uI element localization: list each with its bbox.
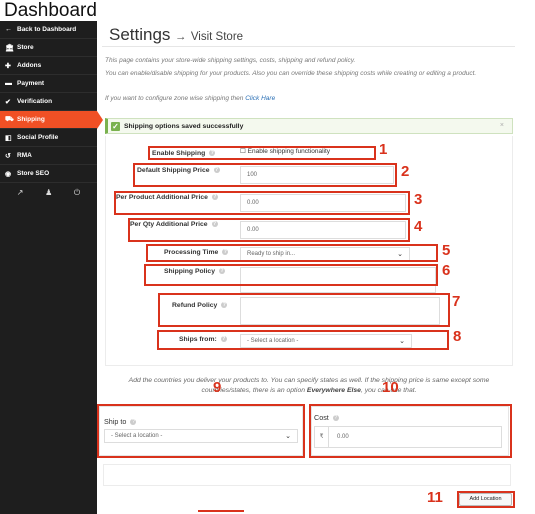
callout-number-11: 11 [427, 489, 443, 506]
zone-settings-link[interactable]: Click Hare [245, 95, 275, 102]
arrow-left-icon: ← [5, 26, 12, 33]
callout-box-5 [146, 244, 438, 262]
check-icon: ✔ [5, 98, 11, 106]
close-icon[interactable]: × [500, 122, 504, 129]
main-content: Settings → Visit Store [97, 21, 535, 47]
help-text-3-prefix: If you want to configure zone wise shipp… [105, 95, 246, 102]
sidebar-item-addons[interactable]: ✚ Addons [0, 57, 97, 75]
rma-icon: ↺ [5, 152, 11, 160]
power-icon[interactable]: ⏻ [74, 188, 80, 198]
sidebar: ← Back to Dashboard 🏛 Store ✚ Addons ▬ P… [0, 21, 103, 514]
alert-message: Shipping options saved successfully [124, 122, 244, 130]
zone-help-text: Add the countries you deliver your produ… [105, 376, 513, 396]
callout-box-7 [158, 293, 450, 327]
store-icon: 🏛 [5, 44, 14, 52]
globe-icon: ◉ [5, 170, 12, 178]
sidebar-item-label: Payment [17, 80, 45, 87]
save-button-edge[interactable] [198, 510, 244, 514]
sidebar-item-label: Social Profile [17, 134, 59, 141]
sidebar-item-label: Store SEO [17, 170, 50, 177]
user-icon[interactable]: ♟ [45, 188, 52, 197]
callout-box-9 [97, 404, 305, 458]
location-row [103, 464, 511, 486]
sidebar-item-label: Back to Dashboard [17, 26, 77, 33]
callout-box-1 [148, 146, 376, 160]
callout-box-10 [309, 404, 512, 458]
callout-number-9: 9 [213, 379, 222, 396]
page-heading: Dashboard [4, 0, 97, 21]
sidebar-item-label: Addons [17, 62, 42, 69]
callout-number-5: 5 [442, 242, 451, 259]
callout-number-2: 2 [401, 163, 410, 180]
callout-box-4 [128, 218, 410, 242]
callout-box-8 [157, 330, 449, 350]
callout-number-7: 7 [452, 293, 461, 310]
sidebar-footer: ↗ ♟ ⏻ [0, 183, 97, 202]
credit-card-icon: ▬ [5, 80, 12, 87]
sidebar-item-store[interactable]: 🏛 Store [0, 39, 97, 57]
sidebar-item-label: Verification [17, 98, 53, 105]
help-text-1: This page contains your store-wide shipp… [105, 57, 356, 64]
sidebar-item-label: Shipping [17, 116, 45, 123]
callout-box-3 [114, 191, 410, 215]
check-icon: ✓ [111, 122, 120, 131]
external-link-icon[interactable]: ↗ [17, 188, 24, 197]
title-arrow: → [174, 31, 187, 43]
help-text-3: If you want to configure zone wise shipp… [105, 94, 523, 104]
callout-box-2 [133, 163, 397, 187]
sidebar-item-back-to-dashboard[interactable]: ← Back to Dashboard [0, 21, 97, 39]
share-icon: ◧ [5, 134, 12, 142]
visit-store-link[interactable]: Visit Store [191, 31, 243, 43]
sidebar-item-payment[interactable]: ▬ Payment [0, 75, 97, 93]
truck-icon: ⛟ [5, 116, 14, 123]
callout-number-8: 8 [453, 328, 462, 345]
callout-box-11 [457, 491, 515, 508]
help-text-2: You can enable/disable shipping for your… [105, 70, 477, 77]
puzzle-icon: ✚ [5, 62, 11, 70]
page-title: Settings → Visit Store [102, 21, 515, 47]
settings-title: Settings [109, 25, 171, 44]
sidebar-item-label: Store [17, 44, 34, 51]
callout-number-6: 6 [442, 262, 451, 279]
callout-number-1: 1 [379, 141, 388, 158]
callout-number-3: 3 [414, 191, 423, 208]
sidebar-item-shipping[interactable]: ⛟ Shipping [0, 111, 103, 129]
callout-box-6 [144, 264, 438, 286]
sidebar-item-label: RMA [17, 152, 32, 159]
sidebar-item-rma[interactable]: ↺ RMA [0, 147, 97, 165]
success-alert: ✓ Shipping options saved successfully × [105, 118, 513, 134]
zone-help-bold: Everywhere Else [306, 387, 361, 394]
callout-number-10: 10 [382, 379, 399, 396]
callout-number-4: 4 [414, 218, 423, 235]
sidebar-item-verification[interactable]: ✔ Verification [0, 93, 97, 111]
sidebar-item-social-profile[interactable]: ◧ Social Profile [0, 129, 97, 147]
sidebar-item-store-seo[interactable]: ◉ Store SEO [0, 165, 97, 183]
